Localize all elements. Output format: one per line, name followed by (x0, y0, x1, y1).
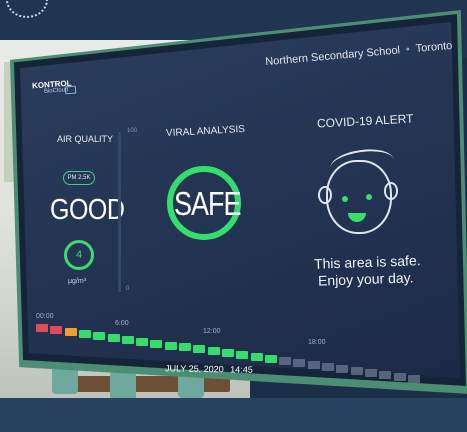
timeline-tick: 6:00 (115, 320, 129, 327)
timeline-segment (193, 345, 206, 354)
viral-status: SAFE (174, 185, 242, 223)
timeline-segment (50, 325, 63, 334)
separator-dot: • (405, 43, 411, 56)
timeline-tick: 00:00 (36, 313, 54, 320)
air-quality-scale-bar (118, 132, 121, 292)
timeline-segment (150, 339, 163, 348)
timeline-segment (236, 351, 249, 360)
face-ear-right (384, 182, 398, 200)
pollutant-badge: PM 2.5K (63, 171, 95, 185)
background-floor (0, 398, 467, 432)
air-quality-value: 4 (64, 240, 94, 270)
timeline-segment (64, 327, 77, 336)
timeline-segment (179, 343, 191, 352)
timeline-segment (36, 324, 48, 332)
timeline-time: 14:45 (230, 364, 253, 375)
timeline-segment (136, 337, 149, 346)
timeline-segment (350, 366, 363, 375)
air-quality-unit: μg/m³ (68, 278, 87, 285)
background-table (60, 376, 230, 392)
timeline-segment (336, 364, 349, 373)
timeline-segment (264, 355, 277, 364)
timeline-segment (322, 362, 334, 371)
timeline-segment (279, 357, 292, 366)
timeline-segment (78, 329, 91, 338)
brand-badge-icon (64, 85, 77, 95)
timeline-tick: 12:00 (203, 328, 221, 335)
timeline-segment (364, 368, 377, 377)
timeline-segment (164, 341, 177, 350)
air-quality-status: GOOD (50, 193, 125, 227)
timeline-segment (107, 333, 120, 342)
timeline-date: JULY 25, 2020 (164, 363, 224, 375)
face-head (326, 160, 392, 234)
scale-min-label: 0 (126, 286, 130, 292)
timeline-datetime: JULY 25, 2020 14:45 (165, 363, 253, 375)
timeline-segment (407, 374, 420, 383)
timeline-segment (121, 335, 134, 344)
timeline-segment (207, 347, 220, 356)
covid-message-line2: Enjoy your day. (317, 269, 414, 289)
face-eye-right (366, 194, 372, 200)
timeline-tick: 18:00 (308, 339, 326, 346)
face-eye-left (342, 196, 348, 202)
timeline-segment (379, 370, 392, 379)
timeline-segment (250, 353, 263, 362)
scale-max-label: 100 (127, 128, 138, 134)
air-quality-heading: AIR QUALITY (57, 134, 114, 144)
face-ear-left (318, 186, 332, 204)
timeline-segment (93, 331, 106, 340)
timeline-segment (393, 372, 406, 381)
timeline-segment (293, 359, 306, 368)
timeline-segment (307, 360, 320, 369)
timeline-segment (221, 349, 234, 358)
